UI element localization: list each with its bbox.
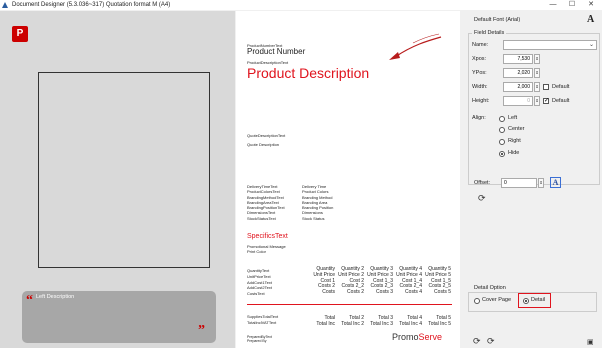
align-center-radio[interactable] [499,127,505,133]
height-default-checkbox[interactable]: ✓ [543,98,549,104]
price-cell[interactable]: Costs 5 [422,289,451,295]
total-cell[interactable]: Total Inc 5 [422,321,451,327]
detail-labels-left: DeliveryTimeText ProductColorsText Brand… [247,184,285,221]
default-font-label: Default Font (Arial) [474,17,521,23]
field-details-label: Field Details [472,30,507,36]
field-label[interactable]: ProductColorsText [247,189,285,194]
total-cell[interactable]: Total Inc [306,321,335,327]
logo: P [12,26,28,42]
price-cell[interactable]: Costs 4 [393,289,422,295]
detail-label: Detail [531,297,546,303]
close-quote-icon: ” [198,323,205,338]
align-left-radio[interactable] [499,116,505,122]
title-bar: Document Designer (5.3.036~317) Quotatio… [0,0,602,10]
product-description-field[interactable]: Product Description [247,65,369,81]
detail-values-right: Delivery Time Product Colors Branding Me… [302,184,333,221]
open-quote-icon: “ [26,293,33,308]
specifics-text-field[interactable]: SpecificsText [247,233,288,240]
quote-description-text-field[interactable]: QuoteDescriptionText [247,133,285,138]
align-left-label: Left [508,115,518,121]
width-stepper[interactable]: ⇕ [534,82,540,92]
xpos-label: Xpos: [472,56,487,62]
align-hide-radio[interactable] [499,151,505,157]
brand-logo: PromoServe [392,332,442,342]
price-labels: QuantityText UnitPriceText AddCost1Text … [247,268,272,297]
field-value[interactable]: Stock Status [302,216,333,221]
width-input[interactable]: 2,000 [503,82,533,92]
maximize-button[interactable]: ☐ [565,0,579,10]
align-right-radio[interactable] [499,139,505,145]
detail-option-label: Detail Option [474,285,506,291]
window-title: Document Designer (5.3.036~317) Quotatio… [12,2,171,8]
refresh-icon[interactable]: ⟳ [473,336,481,346]
ypos-stepper[interactable]: ⇕ [534,68,540,78]
width-default-label: Default [552,84,570,90]
print-color-field[interactable]: Print Color [247,249,266,254]
arrow-icon [389,33,442,60]
quote-description-field[interactable]: Quote Description [247,142,279,147]
left-description-text: Left Description [36,294,75,300]
offset-label: Offset: [474,180,491,186]
price-cell[interactable]: Costs 3 [364,289,393,295]
left-description-box[interactable]: “ Left Description ” [22,291,216,343]
product-image-frame[interactable] [38,72,210,268]
width-label: Width: [472,84,488,90]
price-cell[interactable]: Costs 2 [335,289,364,295]
ypos-input[interactable]: 2,020 [503,68,533,78]
app-icon [2,2,8,8]
offset-select[interactable]: 0 [501,178,537,188]
close-button[interactable]: ✕ [584,0,598,10]
name-label: Name: [472,42,489,48]
font-icon[interactable]: A [587,14,594,25]
brand-serve: Serve [418,332,443,342]
align-right-label: Right [508,138,521,144]
properties-panel: Default Font (Arial) A Field Details Nam… [461,11,602,348]
price-label[interactable]: QuantityText [247,268,272,274]
left-panel: P “ Left Description ” [0,11,235,348]
xpos-stepper[interactable]: ⇕ [534,54,540,64]
cover-page-label: Cover Page [482,297,512,303]
brand-promo: Promo [392,332,419,342]
font-style-button[interactable]: A [550,177,561,188]
product-number-field[interactable]: Product Number [247,47,305,56]
height-stepper[interactable]: ⇕ [534,96,540,106]
total-cell[interactable]: Total Inc 2 [335,321,364,327]
totals-divider [247,304,452,305]
name-select[interactable] [503,40,597,50]
price-label[interactable]: CostsText [247,291,272,297]
minimize-button[interactable]: — [546,0,560,10]
total-cell[interactable]: Total Inc 3 [364,321,393,327]
xpos-input[interactable]: 7,530 [503,54,533,64]
height-default-label: Default [552,98,570,104]
align-label: Align: [472,115,486,121]
refresh-icon[interactable]: ⟳ [478,193,486,203]
price-label[interactable]: UnitPriceText [247,274,272,280]
price-cell[interactable]: Costs [306,289,335,295]
ypos-label: YPos: [472,70,487,76]
width-default-checkbox[interactable] [543,84,549,90]
supplies-total-text-field[interactable]: SuppliesTotalText [247,314,278,319]
total-cell[interactable]: Total Inc 4 [393,321,422,327]
cover-page-radio[interactable] [474,298,480,304]
chevron-down-icon[interactable]: ⌄ [589,41,594,48]
align-hide-label: Hide [508,150,520,156]
document-page: ProductNumberText Product Number Product… [236,11,460,348]
field-label[interactable]: StockStatusText [247,216,285,221]
refresh-icon[interactable]: ⟳ [487,336,495,346]
height-label: Height: [472,98,490,104]
offset-stepper[interactable]: ⇕ [538,178,544,188]
save-icon[interactable]: ▣ [587,338,594,348]
total-incl-vat-text-field[interactable]: TotalInclVATText [247,320,276,325]
align-center-label: Center [508,126,525,132]
prepared-by-field[interactable]: Prepared By [247,339,266,343]
detail-radio[interactable] [523,298,529,304]
height-input[interactable]: 0 [503,96,533,106]
